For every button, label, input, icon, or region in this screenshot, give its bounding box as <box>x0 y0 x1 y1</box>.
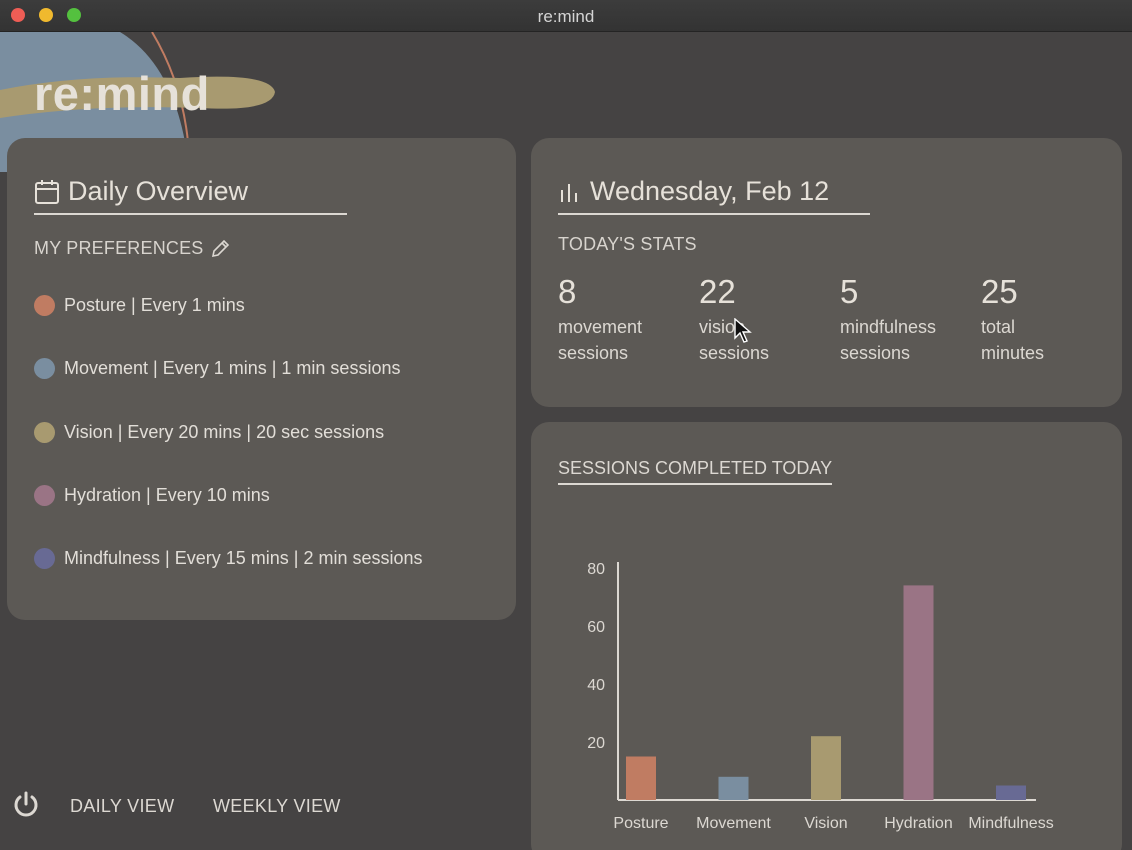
bar-hydration <box>903 585 934 800</box>
bar-posture <box>626 756 656 800</box>
hydration-color-dot <box>34 485 55 506</box>
app-logo: re:mind <box>34 67 210 120</box>
app-content: re:mind Daily Overview MY PREFERENCES Po… <box>0 32 1132 850</box>
weekly-view-link[interactable]: WEEKLY VIEW <box>213 796 341 817</box>
preference-item-hydration[interactable]: Hydration | Every 10 mins <box>34 485 270 506</box>
posture-color-dot <box>34 295 55 316</box>
bar-mindfulness <box>996 785 1026 800</box>
stat-movement-sessions: 8 movement sessions <box>558 274 668 366</box>
mouse-cursor-icon <box>734 318 752 343</box>
x-tick-label-vision: Vision <box>804 815 847 832</box>
date-title: Wednesday, Feb 12 <box>590 176 830 206</box>
stat-label: total minutes <box>981 317 1045 363</box>
power-icon[interactable] <box>12 790 40 818</box>
sessions-chart-card: SESSIONS COMPLETED TODAY 20 40 60 80 Posture… <box>531 422 1122 850</box>
mindfulness-color-dot <box>34 548 55 569</box>
y-tick-label: 20 <box>587 735 605 752</box>
x-tick-label-movement: Movement <box>696 815 771 832</box>
stat-label: vision sessions <box>699 317 770 363</box>
stat-value: 5 <box>840 273 859 310</box>
daily-overview-heading: Daily Overview <box>34 176 347 215</box>
preference-label: Posture | Every 1 mins <box>64 295 245 315</box>
sessions-bar-chart: 20 40 60 80 Posture Movement Vision Hydration Mi… <box>587 561 1053 832</box>
x-tick-label-mindfulness: Mindfulness <box>968 815 1053 832</box>
daily-overview-card: Daily Overview MY PREFERENCES Posture | … <box>7 138 516 620</box>
stat-value: 22 <box>699 273 736 310</box>
todays-stats-card: Wednesday, Feb 12 TODAY'S STATS 8 moveme… <box>531 138 1122 407</box>
todays-stats-label: TODAY'S STATS <box>558 234 697 254</box>
stat-total-minutes: 25 total minutes <box>981 274 1091 366</box>
preference-item-movement[interactable]: Movement | Every 1 mins | 1 min sessions <box>34 358 400 379</box>
preference-item-vision[interactable]: Vision | Every 20 mins | 20 sec sessions <box>34 422 384 443</box>
preference-item-posture[interactable]: Posture | Every 1 mins <box>34 295 245 316</box>
window-title: re:mind <box>537 7 595 26</box>
daily-view-link[interactable]: DAILY VIEW <box>70 796 174 817</box>
stat-vision-sessions: 22 vision sessions <box>699 274 809 366</box>
edit-preferences-pencil-icon[interactable] <box>210 239 230 259</box>
stat-value: 25 <box>981 273 1018 310</box>
vision-color-dot <box>34 422 55 443</box>
bar-chart-icon <box>561 183 577 202</box>
bar-movement <box>718 776 749 800</box>
x-tick-label-posture: Posture <box>613 815 668 832</box>
x-tick-label-hydration: Hydration <box>884 815 952 832</box>
stat-value: 8 <box>558 273 577 310</box>
preference-label: Vision | Every 20 mins | 20 sec sessions <box>64 422 385 442</box>
y-tick-label: 40 <box>587 677 605 694</box>
preference-item-mindfulness[interactable]: Mindfulness | Every 15 mins | 2 min sess… <box>34 548 423 569</box>
stat-label: movement sessions <box>558 317 643 363</box>
window-titlebar: re:mind <box>0 0 1132 32</box>
daily-overview-title: Daily Overview <box>68 176 249 206</box>
date-heading: Wednesday, Feb 12 <box>558 176 870 215</box>
preferences-label: MY PREFERENCES <box>34 238 230 259</box>
calendar-icon <box>35 179 59 204</box>
stat-label: mindfulness sessions <box>840 317 937 363</box>
y-tick-label: 60 <box>587 619 605 636</box>
preference-label: Hydration | Every 10 mins <box>64 485 270 505</box>
preferences-label-text: MY PREFERENCES <box>34 238 204 258</box>
preference-label: Mindfulness | Every 15 mins | 2 min sess… <box>64 548 423 568</box>
movement-color-dot <box>34 358 55 379</box>
y-tick-label: 80 <box>587 561 605 578</box>
bar-vision <box>811 736 841 800</box>
preference-label: Movement | Every 1 mins | 1 min sessions <box>64 358 401 378</box>
stat-mindfulness-sessions: 5 mindfulness sessions <box>840 274 950 366</box>
